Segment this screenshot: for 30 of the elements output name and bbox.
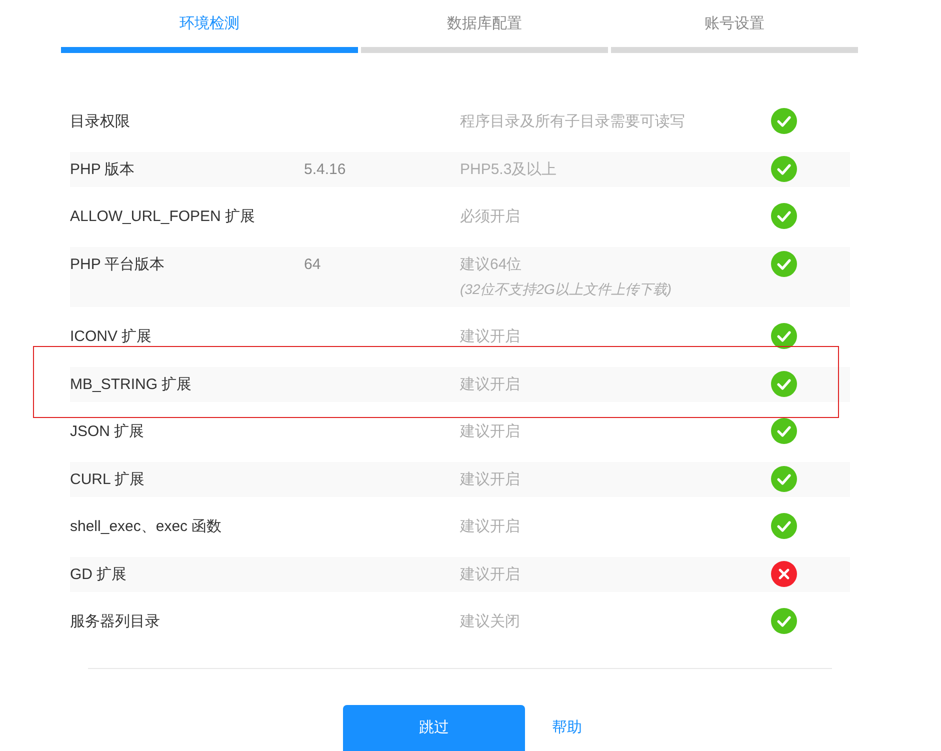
requirement-text: 建议开启 <box>460 422 521 441</box>
step-tab[interactable]: 环境检测 <box>61 0 358 53</box>
check-name: GD 扩展 <box>70 566 127 582</box>
requirement-text: 建议开启 <box>460 327 521 346</box>
requirement-text: 建议64位 <box>460 254 523 274</box>
requirement-note: (32位不支持2G以上文件上传下载) <box>460 280 673 299</box>
check-value: 5.4.16 <box>304 160 346 178</box>
requirement-text: 建议开启 <box>460 564 521 584</box>
requirement-text: 建议开启 <box>460 517 521 536</box>
check-name: PHP 版本 <box>70 160 135 178</box>
check-name: ALLOW_URL_FOPEN 扩展 <box>70 208 256 225</box>
requirement-text: 建议开启 <box>460 470 521 488</box>
help-link[interactable]: 帮助 <box>552 718 582 736</box>
requirement-text: 程序目录及所有子目录需要可读写 <box>460 112 686 131</box>
check-name: PHP 平台版本 <box>70 256 165 272</box>
step-tab[interactable]: 账号设置 <box>611 0 858 53</box>
requirement-text: 建议开启 <box>460 374 521 394</box>
check-name: 目录权限 <box>70 113 130 130</box>
check-name: MB_STRING 扩展 <box>70 376 192 392</box>
check-name: CURL 扩展 <box>70 470 144 488</box>
check-name: 服务器列目录 <box>70 613 160 630</box>
check-name: ICONV 扩展 <box>70 328 152 345</box>
check-name: shell_exec、exec 函数 <box>70 518 222 535</box>
requirement-text: PHP5.3及以上 <box>460 160 558 178</box>
requirement-text: 建议关闭 <box>460 612 521 631</box>
check-name: JSON 扩展 <box>70 423 144 440</box>
requirement-text: 必须开启 <box>460 207 521 226</box>
skip-button[interactable]: 跳过 <box>343 705 525 751</box>
step-tab[interactable]: 数据库配置 <box>361 0 608 53</box>
check-value: 64 <box>304 256 321 272</box>
